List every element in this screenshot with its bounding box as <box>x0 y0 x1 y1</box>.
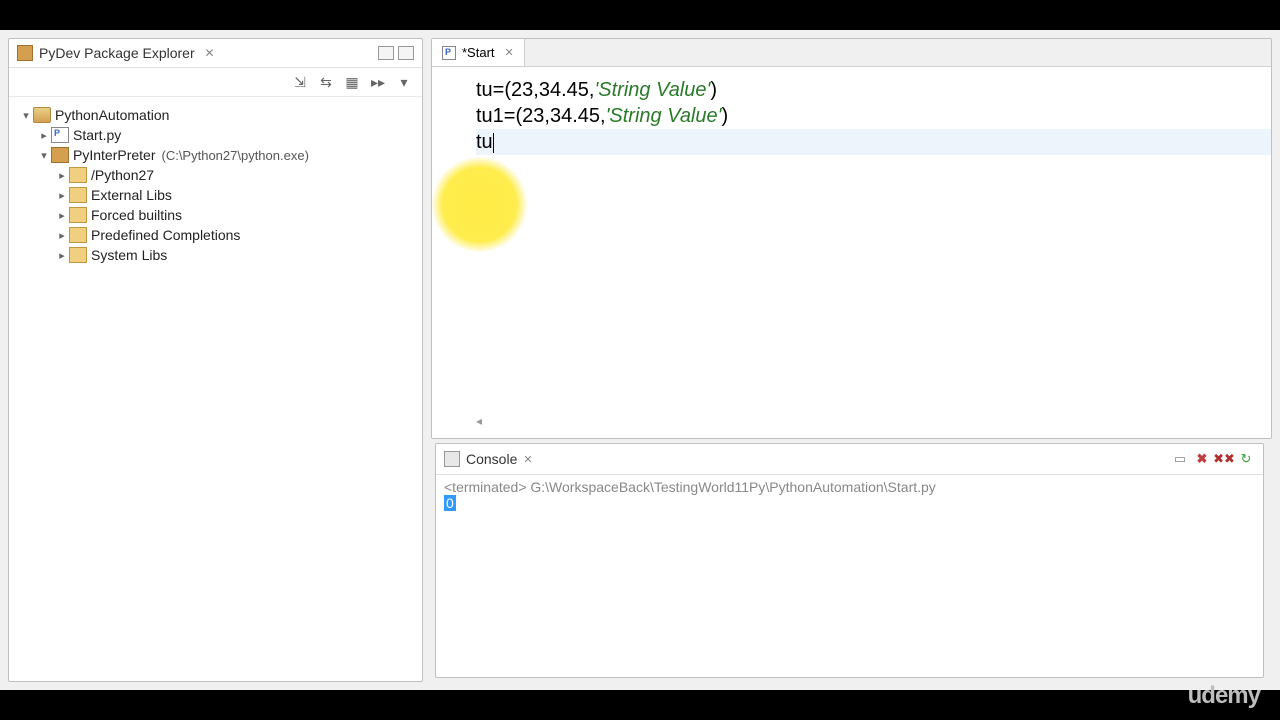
tab-label: *Start <box>462 45 495 60</box>
package-explorer-icon <box>17 45 33 61</box>
text-cursor <box>493 133 494 153</box>
interpreter-path: (C:\Python27\python.exe) <box>161 148 308 163</box>
remove-all-terminated-icon[interactable]: ✖✖ <box>1215 450 1233 468</box>
tree-lib-item[interactable]: ▸ System Libs <box>13 245 418 265</box>
pin-console-icon[interactable]: ▭ <box>1171 450 1189 468</box>
expand-arrow-icon[interactable]: ▸ <box>55 189 69 202</box>
minimize-button[interactable] <box>378 46 394 60</box>
tree-label: System Libs <box>91 247 167 263</box>
console-output[interactable]: <terminated> G:\WorkspaceBack\TestingWor… <box>436 475 1263 677</box>
scroll-left-icon[interactable]: ◂ <box>476 408 482 434</box>
project-folder-icon <box>33 107 51 123</box>
tree-label: PyInterPreter <box>73 147 155 163</box>
tree-label: External Libs <box>91 187 172 203</box>
tree-file[interactable]: ▸ Start.py <box>13 125 418 145</box>
editor-tab-start[interactable]: *Start ✕ <box>432 39 525 66</box>
expand-arrow-icon[interactable]: ▾ <box>37 149 51 162</box>
tree-label: Predefined Completions <box>91 227 240 243</box>
package-explorer-panel: PyDev Package Explorer ✕ ⇲ ⇆ ▦ ▸▸ ▾ ▾ Py… <box>8 38 423 682</box>
maximize-button[interactable] <box>398 46 414 60</box>
library-icon <box>69 227 87 243</box>
library-icon <box>69 187 87 203</box>
console-panel: Console ✕ ▭ ✖ ✖✖ ↻ <terminated> G:\Works… <box>435 443 1264 678</box>
expand-arrow-icon[interactable]: ▸ <box>55 169 69 182</box>
tree-lib-item[interactable]: ▸ /Python27 <box>13 165 418 185</box>
editor-tab-bar: *Start ✕ <box>432 39 1271 67</box>
link-editor-icon[interactable]: ⇆ <box>316 72 336 92</box>
library-icon <box>69 247 87 263</box>
tree-lib-item[interactable]: ▸ External Libs <box>13 185 418 205</box>
code-editor[interactable]: tu=(23,34.45,'String Value') tu1=(23,34.… <box>432 67 1271 438</box>
selected-output: 0 <box>444 495 456 511</box>
tree-label: Start.py <box>73 127 121 143</box>
filter-icon[interactable]: ▦ <box>342 72 362 92</box>
console-output-line: 0 <box>444 495 1255 511</box>
code-editor-panel: *Start ✕ tu=(23,34.45,'String Value') tu… <box>431 38 1272 439</box>
close-icon[interactable]: ✕ <box>204 46 214 60</box>
console-status-line: <terminated> G:\WorkspaceBack\TestingWor… <box>444 479 1255 495</box>
tree-lib-item[interactable]: ▸ Predefined Completions <box>13 225 418 245</box>
mouse-highlight <box>432 157 527 252</box>
package-explorer-title: PyDev Package Explorer <box>39 45 198 61</box>
python-file-icon <box>442 46 456 60</box>
expand-arrow-icon[interactable]: ▸ <box>55 209 69 222</box>
terminate-icon[interactable]: ✖ <box>1193 450 1211 468</box>
close-tab-icon[interactable]: ✕ <box>505 46 514 59</box>
python-file-icon <box>51 127 69 143</box>
collapse-all-icon[interactable]: ⇲ <box>290 72 310 92</box>
relaunch-icon[interactable]: ↻ <box>1237 450 1255 468</box>
expand-arrow-icon[interactable]: ▸ <box>37 129 51 142</box>
python-interpreter-icon <box>51 147 69 163</box>
expand-arrow-icon[interactable]: ▸ <box>55 249 69 262</box>
tree-project-root[interactable]: ▾ PythonAutomation <box>13 105 418 125</box>
close-console-icon[interactable]: ✕ <box>523 453 532 466</box>
project-tree[interactable]: ▾ PythonAutomation ▸ Start.py ▾ PyInterP… <box>9 97 422 681</box>
code-line: tu1=(23,34.45,'String Value') <box>476 103 1271 129</box>
expand-arrow-icon[interactable]: ▸ <box>55 229 69 242</box>
view-menu-icon[interactable]: ▸▸ <box>368 72 388 92</box>
dropdown-icon[interactable]: ▾ <box>394 72 414 92</box>
code-line: tu=(23,34.45,'String Value') <box>476 77 1271 103</box>
library-icon <box>69 207 87 223</box>
library-icon <box>69 167 87 183</box>
code-line-current: tu <box>476 129 1271 155</box>
tree-label: PythonAutomation <box>55 107 169 123</box>
console-title: Console <box>466 451 517 467</box>
tree-label: /Python27 <box>91 167 154 183</box>
tree-lib-item[interactable]: ▸ Forced builtins <box>13 205 418 225</box>
console-icon <box>444 451 460 467</box>
tree-label: Forced builtins <box>91 207 182 223</box>
udemy-watermark: udemy <box>1188 682 1260 710</box>
expand-arrow-icon[interactable]: ▾ <box>19 109 33 122</box>
tree-interpreter[interactable]: ▾ PyInterPreter (C:\Python27\python.exe) <box>13 145 418 165</box>
